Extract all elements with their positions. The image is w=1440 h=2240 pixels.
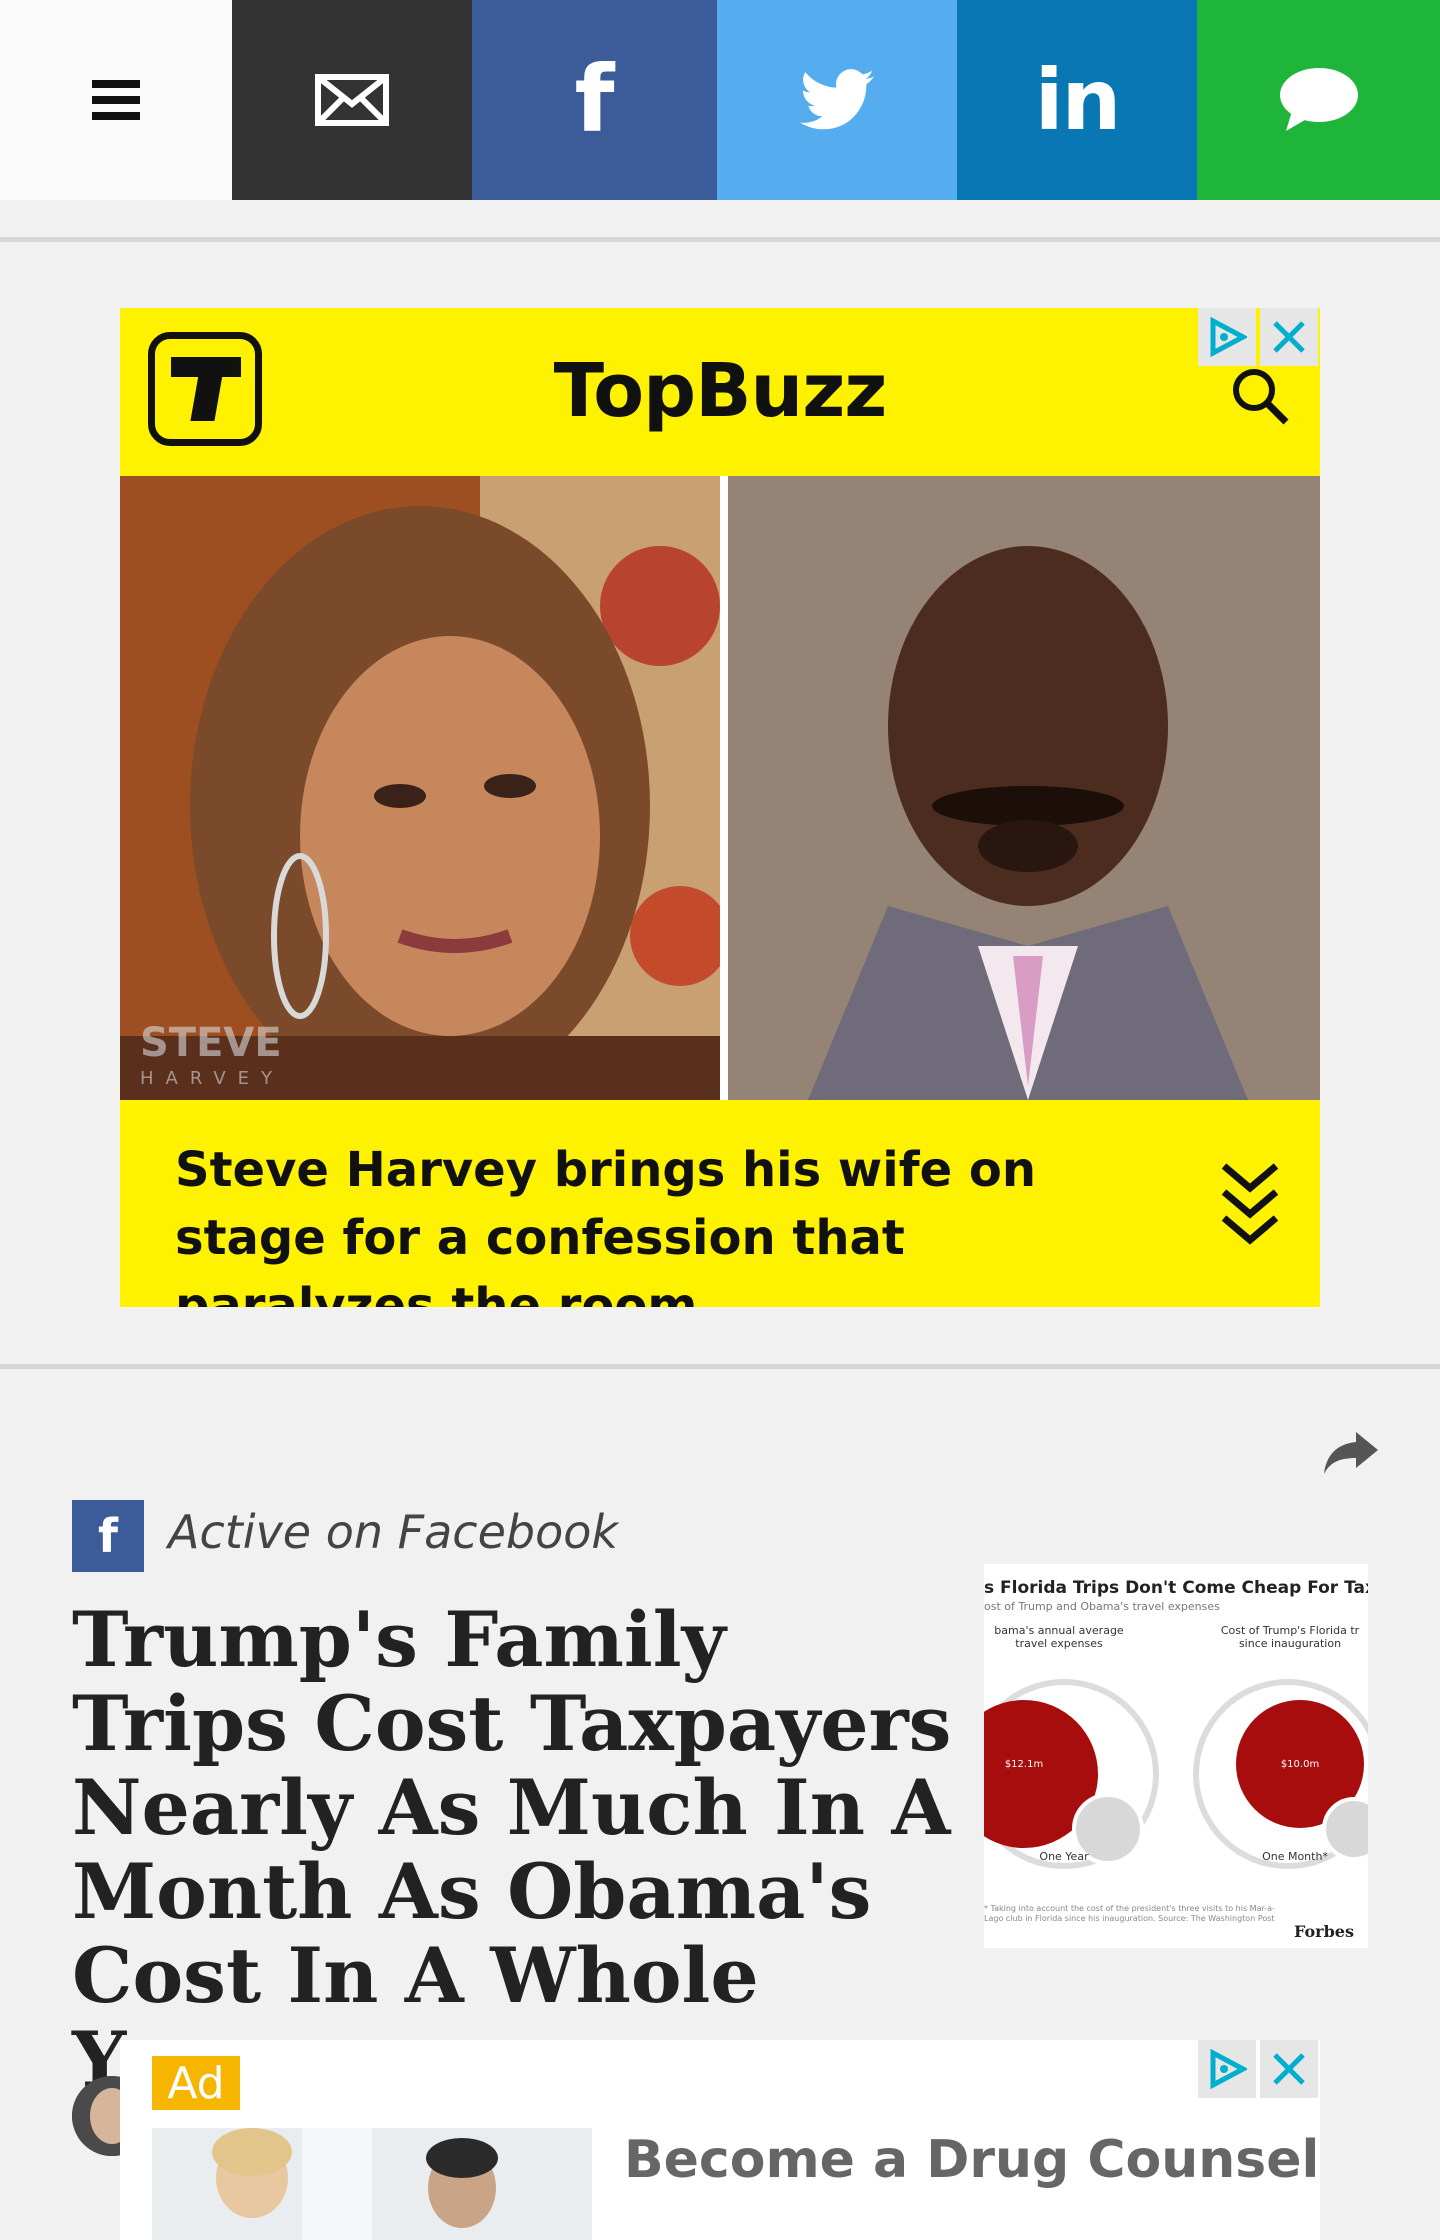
ad-photo: STEVE HARVEY: [120, 476, 1320, 1100]
adchoices-icon: [1210, 2049, 1247, 2089]
ad-headline: Become a Drug Counselor: [624, 2130, 1320, 2190]
ad-tag: Ad: [152, 2056, 240, 2110]
thumbnail-right-value: $10.0m: [1280, 1759, 1320, 1770]
facebook-badge-icon: f: [72, 1500, 144, 1572]
share-bar: f in: [0, 0, 1440, 200]
thumbnail-left-value: $12.1m: [1004, 1759, 1044, 1770]
share-twitter-button[interactable]: [717, 0, 957, 200]
chat-bubble-icon: [1279, 68, 1358, 131]
divider: [0, 237, 1440, 242]
ad-header: TopBuzz: [120, 308, 1320, 476]
close-icon: [1273, 321, 1305, 353]
thumbnail-brand: Forbes: [1294, 1922, 1354, 1941]
thumbnail-donuts: [984, 1679, 1368, 1869]
thumbnail-title: s Florida Trips Don't Come Cheap For Tax…: [984, 1578, 1368, 1598]
thumbnail-right-period: One Month*: [1262, 1850, 1328, 1863]
menu-button[interactable]: [0, 0, 232, 200]
thumbnail-left-label: bama's annual average travel expenses: [994, 1624, 1124, 1650]
adchoices-button[interactable]: [1198, 308, 1256, 366]
thumbnail-right-label: Cost of Trump's Florida tr since inaugur…: [1220, 1624, 1360, 1650]
ad-brand-name: TopBuzz: [553, 348, 888, 434]
share-arrow-icon[interactable]: [1322, 1428, 1380, 1478]
twitter-bird-icon: [800, 69, 874, 130]
close-icon: [1273, 2053, 1305, 2085]
source-label: Active on Facebook: [168, 1505, 619, 1559]
search-icon[interactable]: [1230, 366, 1292, 428]
share-linkedin-button[interactable]: in: [957, 0, 1197, 200]
woman-photo-panel: STEVE HARVEY: [120, 476, 720, 1100]
article-thumbnail[interactable]: s Florida Trips Don't Come Cheap For Tax…: [984, 1564, 1368, 1948]
thumbnail-left-period: One Year: [1039, 1850, 1089, 1863]
article-headline[interactable]: Trump's Family Trips Cost Taxpayers Near…: [72, 1598, 952, 2102]
adchoices-icon: [1210, 317, 1247, 357]
facebook-icon: f: [574, 46, 615, 153]
man-photo-panel: [720, 476, 1320, 1100]
share-facebook-button[interactable]: f: [472, 0, 717, 200]
drug-counselor-ad[interactable]: Ad Become a Drug Counselor: [120, 2040, 1320, 2240]
hamburger-menu-icon: [92, 80, 140, 120]
topbuzz-ad[interactable]: TopBuzz STEVE HARVEY Steve Harvey brings…: [120, 308, 1320, 1307]
ad-caption-text: Steve Harvey brings his wife on stage fo…: [175, 1142, 1036, 1307]
ad-close-button[interactable]: [1260, 2040, 1318, 2098]
linkedin-icon: in: [1034, 51, 1122, 149]
page: f in TopBuzz STEVE HARVEY Steve Harvey b…: [0, 0, 1440, 2240]
thumbnail-note: * Taking into account the cost of the pr…: [984, 1904, 1275, 1923]
share-sms-button[interactable]: [1197, 0, 1440, 200]
adchoices-button[interactable]: [1198, 2040, 1256, 2098]
svg-text:STEVE: STEVE: [140, 1020, 282, 1066]
chevron-down-icon: [1221, 1163, 1279, 1245]
share-email-button[interactable]: [232, 0, 472, 200]
divider: [0, 1364, 1440, 1369]
ad-photo: [152, 2128, 592, 2240]
envelope-icon: [315, 74, 389, 126]
svg-text:HARVEY: HARVEY: [140, 1068, 284, 1089]
ad-close-button[interactable]: [1260, 308, 1318, 366]
ad-caption[interactable]: Steve Harvey brings his wife on stage fo…: [120, 1100, 1320, 1307]
thumbnail-subtitle: ost of Trump and Obama's travel expenses: [984, 1600, 1220, 1613]
